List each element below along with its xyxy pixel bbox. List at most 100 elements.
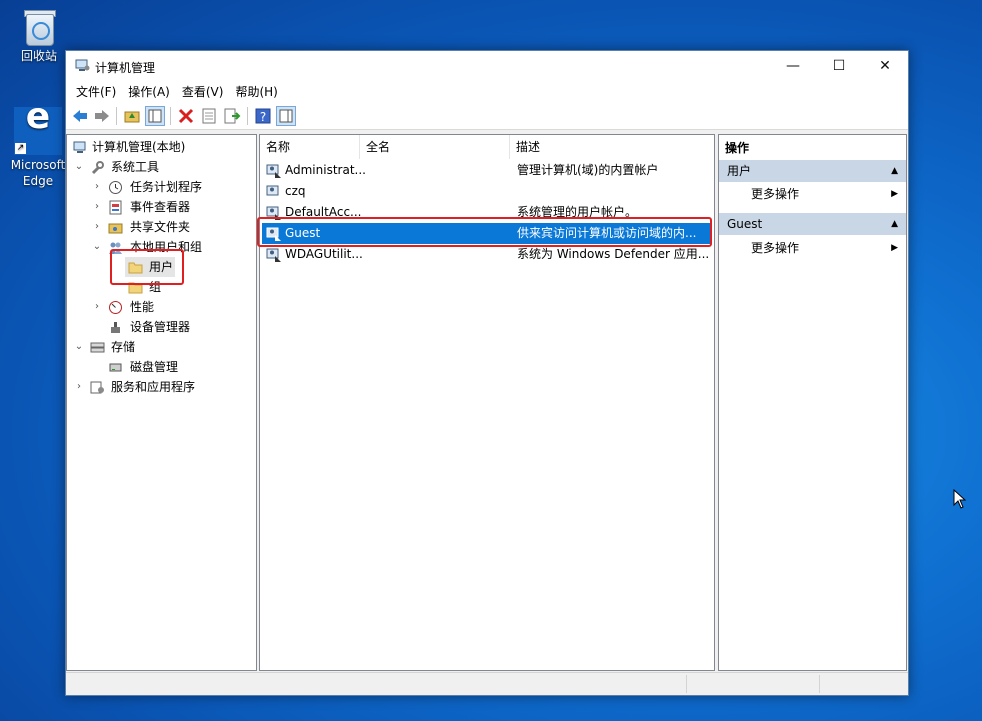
collapse-triangle-icon[interactable]: ▲ xyxy=(891,213,898,235)
column-header-name[interactable]: 名称 xyxy=(260,135,360,159)
actions-group-users-label: 用户 xyxy=(727,164,752,178)
tree-item-users[interactable]: 用户 xyxy=(125,257,175,277)
table-row[interactable]: Administrat... 管理计算机(域)的内置帐户 xyxy=(262,160,710,181)
row-description: 供来宾访问计算机或访问域的内... xyxy=(517,226,697,240)
more-actions-label: 更多操作 xyxy=(751,187,800,201)
performance-icon xyxy=(109,301,122,314)
folder-icon xyxy=(128,262,143,274)
tree-label-local-users-groups: 本地用户和组 xyxy=(130,240,203,254)
table-row-selected[interactable]: Guest 供来宾访问计算机或访问域的内... xyxy=(262,223,710,244)
users-group-icon xyxy=(109,242,122,254)
computer-management-icon xyxy=(73,141,86,153)
computer-management-app-icon xyxy=(75,59,90,71)
tree-label-users: 用户 xyxy=(149,260,174,274)
show-hide-action-pane-icon[interactable] xyxy=(276,106,296,126)
user-list-pane: 名称 全名 描述 Administrat... 管理计算机(域)的内置帐户 cz… xyxy=(259,134,715,671)
submenu-arrow-icon: ▶ xyxy=(891,243,898,253)
column-header-description[interactable]: 描述 xyxy=(510,135,712,159)
device-manager-icon xyxy=(111,322,120,333)
minimize-button[interactable]: — xyxy=(770,51,816,81)
user-icon xyxy=(266,206,281,220)
user-icon xyxy=(266,248,281,262)
user-icon xyxy=(266,227,281,241)
delete-icon[interactable] xyxy=(177,107,195,125)
tree-label-task-scheduler: 任务计划程序 xyxy=(130,180,203,194)
actions-pane: 操作 用户 ▲ 更多操作 ▶ Guest ▲ 更多操作 ▶ xyxy=(718,134,907,671)
disk-icon xyxy=(109,363,122,372)
user-icon xyxy=(266,164,281,178)
console-tree-pane: 计算机管理(本地) ⌄ 系统工具 › 任务计划程序 › 事件查看器 › 共享文件… xyxy=(66,134,257,671)
actions-group-guest-label: Guest xyxy=(727,217,763,231)
show-hide-tree-icon[interactable] xyxy=(145,106,165,126)
services-icon xyxy=(90,381,104,394)
recycle-bin-icon xyxy=(22,8,56,46)
event-viewer-icon xyxy=(109,200,122,215)
actions-group-users[interactable]: 用户 ▲ xyxy=(719,160,906,182)
tree-label-system-tools: 系统工具 xyxy=(111,160,160,174)
more-actions-label: 更多操作 xyxy=(751,241,800,255)
row-description: 管理计算机(域)的内置帐户 xyxy=(517,163,659,177)
close-button[interactable]: ✕ xyxy=(862,51,908,81)
chevron-right-icon[interactable]: › xyxy=(91,297,103,317)
title-bar[interactable]: 计算机管理 — ☐ ✕ xyxy=(66,51,908,81)
forward-arrow-icon[interactable] xyxy=(93,107,111,125)
chevron-right-icon[interactable]: › xyxy=(91,177,103,197)
row-name: WDAGUtilit... xyxy=(285,247,363,261)
menu-view[interactable]: 查看(V) xyxy=(176,81,230,103)
recycle-bin-desktop-icon[interactable]: 回收站 xyxy=(9,8,69,64)
menu-file[interactable]: 文件(F) xyxy=(70,81,122,103)
clock-icon xyxy=(109,181,122,194)
tree-label-event-viewer: 事件查看器 xyxy=(130,200,191,214)
content-area: 计算机管理(本地) ⌄ 系统工具 › 任务计划程序 › 事件查看器 › 共享文件… xyxy=(66,130,908,671)
menu-action[interactable]: 操作(A) xyxy=(122,81,176,103)
tree-label-disk-management: 磁盘管理 xyxy=(130,360,179,374)
tree-label-groups: 组 xyxy=(149,280,162,294)
more-actions-guest[interactable]: 更多操作 ▶ xyxy=(719,237,906,259)
chevron-down-icon[interactable]: ⌄ xyxy=(73,337,85,357)
chevron-right-icon[interactable]: › xyxy=(91,217,103,237)
tree-label-shared-folders: 共享文件夹 xyxy=(130,220,191,234)
tree-label-performance: 性能 xyxy=(130,300,155,314)
edge-icon: e ↗ xyxy=(14,99,62,155)
column-header-fullname[interactable]: 全名 xyxy=(360,135,510,159)
more-actions-users[interactable]: 更多操作 ▶ xyxy=(719,183,906,205)
chevron-down-icon[interactable]: ⌄ xyxy=(73,157,85,177)
row-description: 系统管理的用户帐户。 xyxy=(517,205,638,219)
recycle-bin-label: 回收站 xyxy=(20,49,57,63)
properties-icon[interactable] xyxy=(200,107,218,125)
computer-management-window: 计算机管理 — ☐ ✕ 文件(F) 操作(A) 查看(V) 帮助(H) ? 计算机管理… xyxy=(65,50,909,696)
chevron-down-icon[interactable]: ⌄ xyxy=(91,237,103,257)
collapse-triangle-icon[interactable]: ▲ xyxy=(891,160,898,182)
folder-icon xyxy=(128,282,143,294)
chevron-right-icon[interactable]: › xyxy=(73,377,85,397)
export-list-icon[interactable] xyxy=(223,107,241,125)
menu-bar: 文件(F) 操作(A) 查看(V) 帮助(H) xyxy=(66,81,908,103)
toolbar: ? xyxy=(66,103,908,130)
maximize-button[interactable]: ☐ xyxy=(816,51,862,81)
table-row[interactable]: czq xyxy=(262,181,710,202)
status-divider xyxy=(819,675,820,693)
svg-text:?: ? xyxy=(260,110,266,124)
table-row[interactable]: WDAGUtilit... 系统为 Windows Defender 应用... xyxy=(262,244,710,265)
chevron-right-icon[interactable]: › xyxy=(91,197,103,217)
status-divider xyxy=(686,675,687,693)
back-arrow-icon[interactable] xyxy=(71,107,89,125)
row-name: DefaultAcc... xyxy=(285,205,362,219)
up-folder-icon[interactable] xyxy=(123,107,141,125)
help-icon[interactable]: ? xyxy=(254,107,272,125)
edge-label-line2: Edge xyxy=(22,174,54,188)
edge-label-line1: Microsoft xyxy=(10,158,66,172)
shared-folder-icon xyxy=(108,223,123,234)
row-name: Guest xyxy=(285,226,321,240)
tools-icon xyxy=(91,161,104,175)
table-row[interactable]: DefaultAcc... 系统管理的用户帐户。 xyxy=(262,202,710,223)
status-bar xyxy=(66,672,908,695)
tree-label-root: 计算机管理(本地) xyxy=(92,140,186,154)
tree-label-device-manager: 设备管理器 xyxy=(130,320,191,334)
actions-group-guest[interactable]: Guest ▲ xyxy=(719,213,906,235)
edge-desktop-icon[interactable]: e ↗ Microsoft Edge xyxy=(8,99,68,189)
row-name: Administrat... xyxy=(285,163,365,177)
actions-header: 操作 xyxy=(725,141,750,155)
user-icon xyxy=(266,185,279,196)
menu-help[interactable]: 帮助(H) xyxy=(229,81,283,103)
